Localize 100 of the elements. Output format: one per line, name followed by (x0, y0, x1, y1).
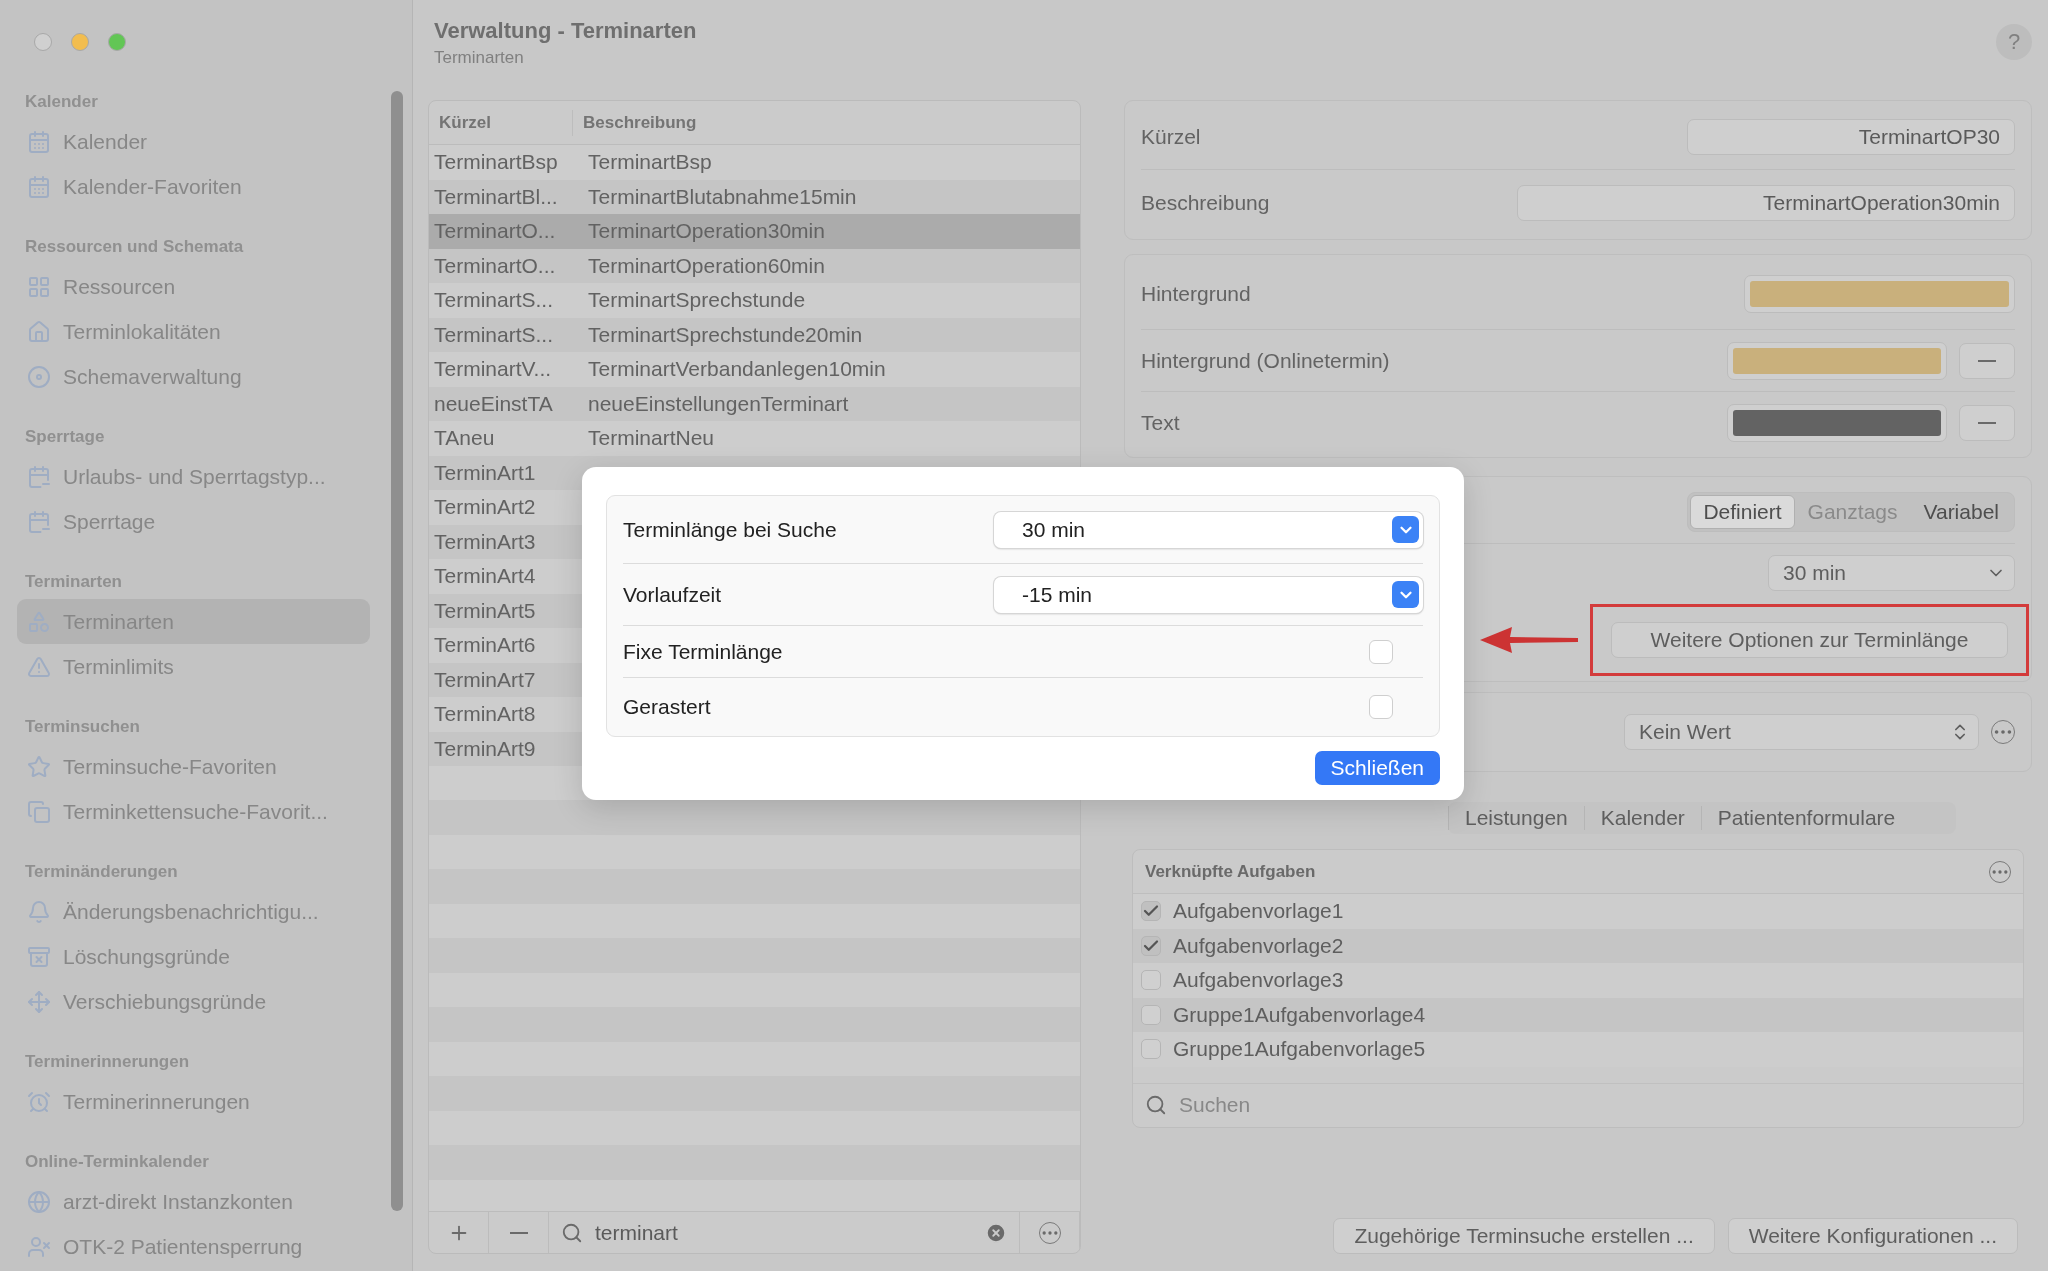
sidebar-item[interactable]: Kalender (17, 119, 370, 164)
scrollbar[interactable] (391, 91, 403, 1211)
sidebar-item[interactable]: Terminlimits (17, 644, 370, 689)
archive-icon (27, 944, 51, 969)
window-control[interactable] (71, 33, 89, 51)
color-well[interactable] (1727, 404, 1947, 442)
close-button[interactable]: Schließen (1314, 751, 1440, 785)
tab[interactable]: Patientenformulare (1700, 806, 1912, 830)
text-field[interactable]: TerminartOperation30min (1517, 185, 2015, 221)
tab[interactable]: Leistungen (1448, 806, 1584, 830)
clear-icon[interactable] (985, 1221, 1007, 1244)
segment[interactable]: Definiert (1690, 494, 1795, 529)
column-header[interactable]: Kürzel (429, 109, 573, 136)
table-cell-text: TerminartBsp (433, 150, 559, 175)
table-cell-text: TerminartSprechstunde20min (587, 322, 864, 347)
checkbox[interactable] (1141, 1039, 1161, 1060)
duration-select[interactable]: 30 min (1768, 555, 2015, 591)
table-cell-text: TerminartOperation30min (587, 219, 826, 244)
checkbox[interactable] (1369, 695, 1393, 719)
footer-button[interactable]: Zugehörige Terminsuche erstellen ... (1333, 1218, 1715, 1254)
sidebar-item[interactable]: Terminkettensuche-Favorit... (17, 789, 370, 834)
table-row[interactable]: neueEinstTA neueEinstellungenTerminart (429, 386, 1080, 421)
window-control[interactable] (34, 33, 52, 51)
sidebar-item[interactable]: Schemaverwaltung (17, 354, 370, 399)
sidebar-item[interactable]: Änderungsbenachrichtigu... (17, 889, 370, 934)
star-icon (27, 754, 51, 779)
checkbox[interactable] (1141, 935, 1161, 956)
tab[interactable]: Kalender (1583, 806, 1701, 830)
task-label: Aufgabenvorlage3 (1173, 968, 1344, 993)
text-field[interactable]: TerminartOP30 (1687, 118, 2015, 155)
sidebar-item-label: Änderungsbenachrichtigu... (63, 899, 319, 924)
checkbox[interactable] (1369, 639, 1393, 664)
table-cell-text: TerminartS... (433, 322, 555, 347)
sidebar-item-label: Terminlokalitäten (63, 319, 221, 344)
search-value: terminart (595, 1220, 679, 1245)
copy-icon (27, 799, 51, 824)
options-button[interactable]: Weitere Optionen zur Terminlänge (1611, 622, 2008, 658)
minus-icon (1978, 422, 1996, 424)
table-cell-text: TerminartO... (433, 219, 557, 244)
sidebar-item-label: Kalender (63, 129, 148, 154)
table-row[interactable]: TerminartS... TerminartSprechstunde20min (429, 317, 1080, 352)
search-field[interactable]: Suchen (1177, 1092, 2011, 1118)
sidebar-item[interactable]: Verschiebungsgründe (17, 979, 370, 1024)
clear-button[interactable] (1959, 405, 2015, 441)
table-cell-text: TerminArt2 (433, 495, 537, 520)
field-label: Kürzel (1141, 124, 1202, 149)
color-well[interactable] (1744, 274, 2015, 313)
table-row[interactable]: TerminartBl... TerminartBlutabnahme15min (429, 179, 1080, 214)
chevron-icon (1392, 516, 1419, 543)
sidebar-item[interactable]: Ressourcen (17, 264, 370, 309)
sidebar-item-label: Urlaubs- und Sperrtagstyp... (63, 464, 326, 489)
sidebar-item[interactable]: Terminerinnerungen (17, 1079, 370, 1124)
table-cell-text: TerminartV... (433, 357, 553, 382)
segment[interactable]: Variabel (1910, 494, 2012, 529)
table-cell-text: TerminartBl... (433, 184, 559, 209)
select-field[interactable]: -15 min (994, 576, 1423, 613)
sidebar-item-label: OTK-2 Patientensperrung (63, 1234, 303, 1259)
table-cell-text: TerminArt6 (433, 633, 537, 658)
sidebar-item[interactable]: Urlaubs- und Sperrtagstyp... (17, 454, 370, 499)
table-cell-text: neueEinstellungenTerminart (587, 391, 850, 416)
sidebar-item[interactable]: Löschungsgründe (17, 934, 370, 979)
checkbox[interactable] (1141, 1004, 1161, 1025)
chevron-icon (1392, 581, 1419, 608)
footer-button[interactable]: Weitere Konfigurationen ... (1727, 1218, 2018, 1254)
sidebar-item-label: Löschungsgründe (63, 944, 230, 969)
window-control[interactable] (108, 33, 126, 51)
sidebar-item[interactable]: Sperrtage (17, 499, 370, 544)
help-button[interactable]: ? (1996, 24, 2032, 60)
table-cell-text: TerminartS... (433, 288, 555, 313)
table-cell-text: neueEinstTA (433, 391, 554, 416)
value-select[interactable]: Kein Wert (1624, 714, 1979, 750)
table-row[interactable]: TerminartO... TerminartOperation60min (429, 248, 1080, 283)
sidebar-item[interactable]: Kalender-Favoriten (17, 164, 370, 209)
sidebar-item[interactable]: OTK-2 Patientensperrung (17, 1224, 370, 1269)
table-cell-text: TAneu (433, 426, 496, 451)
checkbox[interactable] (1141, 970, 1161, 991)
sidebar-item-label: Terminerinnerungen (63, 1089, 250, 1114)
field-label: Text (1141, 411, 1181, 435)
search-field[interactable]: terminart (549, 1212, 1020, 1253)
table-cell-text: TerminArt7 (433, 667, 537, 692)
task-label: Aufgabenvorlage2 (1173, 933, 1344, 958)
sidebar-item-label: Terminlimits (63, 654, 174, 679)
table-cell-text: TerminartSprechstunde (587, 288, 807, 313)
column-header[interactable]: Beschreibung (573, 109, 1080, 136)
table-cell-text: TerminartBlutabnahme15min (587, 184, 858, 209)
calendar-minus-icon (27, 509, 51, 534)
color-well[interactable] (1727, 341, 1947, 380)
table-row[interactable]: TerminartO... TerminartOperation30min (429, 214, 1080, 249)
sidebar-item[interactable]: Terminlokalitäten (17, 309, 370, 354)
field-label: Hintergrund (Onlinetermin) (1141, 348, 1391, 373)
table-cell-text: TerminartBsp (587, 150, 713, 175)
select-field[interactable]: 30 min (994, 511, 1423, 548)
sidebar-item-label: Verschiebungsgründe (63, 989, 267, 1014)
calendar-minus-icon (27, 464, 51, 489)
sidebar-item[interactable]: arzt-direkt Instanzkonten (17, 1179, 370, 1224)
move-icon (27, 989, 51, 1014)
sidebar-item[interactable]: Terminsuche-Favoriten (17, 744, 370, 789)
clear-button[interactable] (1959, 342, 2015, 379)
checkbox[interactable] (1141, 901, 1161, 922)
table-cell-text: TerminArt8 (433, 702, 537, 727)
